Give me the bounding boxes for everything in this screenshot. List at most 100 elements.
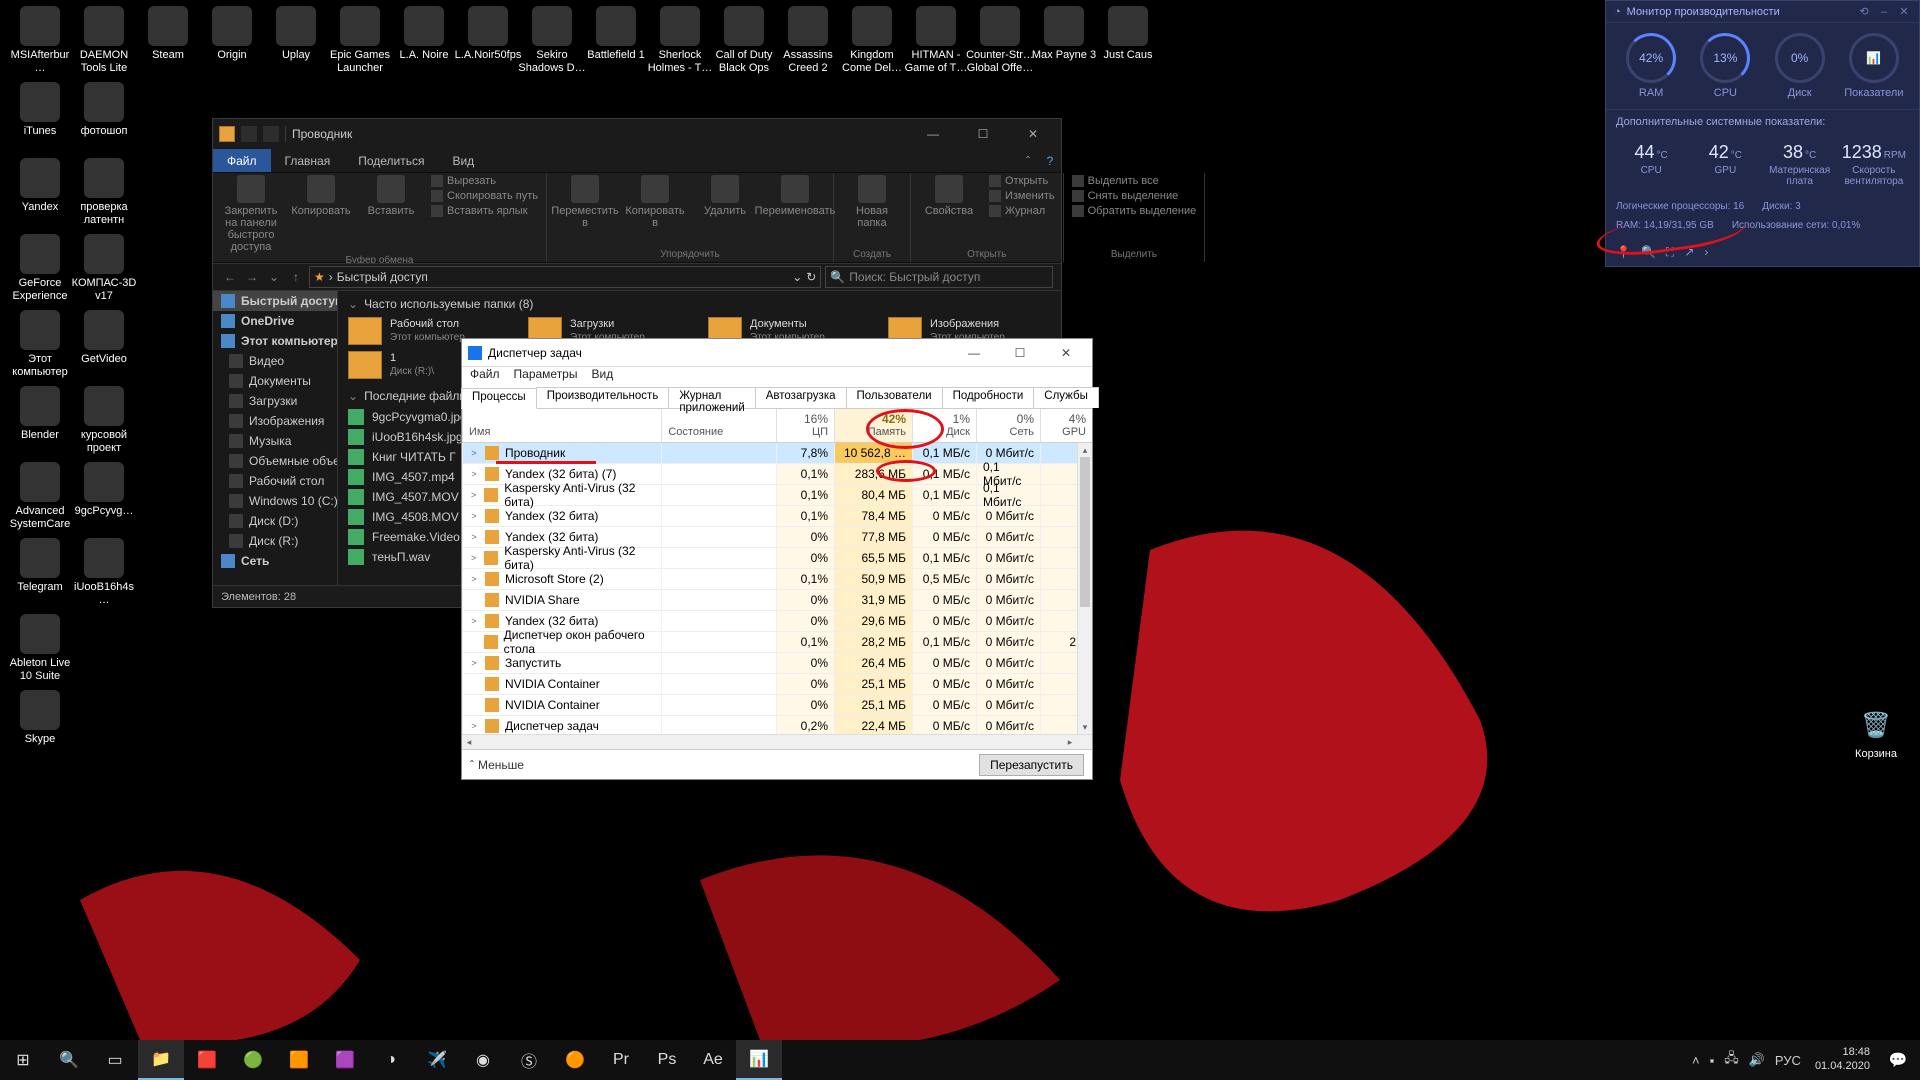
taskbar-premiere[interactable]: Pr: [598, 1040, 644, 1080]
tm-tab[interactable]: Пользователи: [846, 387, 943, 408]
qat-item[interactable]: [263, 126, 279, 142]
taskbar-app[interactable]: 🟧: [276, 1040, 322, 1080]
taskbar[interactable]: ⊞ 🔍 ▭ 📁 🟥 🟢 🟧 🟪 ◑ ✈️ ◉ Ⓢ 🟠 Pr Ps Ae 📊 ˄ …: [0, 1040, 1920, 1080]
nav-up[interactable]: ↑: [287, 270, 305, 284]
nav-forward[interactable]: →: [243, 270, 261, 284]
process-row[interactable]: >Kaspersky Anti-Virus (32 бита)0,1%80,4 …: [462, 485, 1092, 506]
ribbon-properties[interactable]: Свойства: [919, 175, 979, 217]
ribbon-history[interactable]: Журнал: [989, 205, 1055, 217]
desktop-icon[interactable]: Этот компьютер: [6, 310, 74, 379]
desktop-icon[interactable]: Max Payne 3: [1030, 6, 1098, 62]
ribbon-collapse-button[interactable]: ˆ: [1017, 149, 1039, 172]
desktop-icon[interactable]: Call of Duty Black Ops: [710, 6, 778, 75]
ribbon-open[interactable]: Открыть: [989, 175, 1055, 187]
tray-app-icon[interactable]: ▪: [1710, 1053, 1715, 1068]
menu-item[interactable]: Файл: [470, 367, 500, 387]
perf-metric[interactable]: 42%RAM: [1614, 33, 1688, 99]
system-tray[interactable]: ˄ ▪ 🖧 🔊 РУС: [1684, 1040, 1809, 1080]
desktop-icon[interactable]: Battlefield 1: [582, 6, 650, 62]
qat-item[interactable]: [241, 126, 257, 142]
taskbar-telegram[interactable]: ✈️: [414, 1040, 460, 1080]
sidebar-item[interactable]: Windows 10 (C:): [213, 491, 337, 511]
ribbon-select-all[interactable]: Выделить все: [1072, 175, 1197, 187]
taskbar-skype[interactable]: Ⓢ: [506, 1040, 552, 1080]
taskbar-torrent[interactable]: 🟢: [230, 1040, 276, 1080]
tray-network-icon[interactable]: 🖧: [1724, 1049, 1739, 1071]
taskbar-photoshop[interactable]: Ps: [644, 1040, 690, 1080]
ribbon-deselect[interactable]: Снять выделение: [1072, 190, 1197, 202]
tm-vscrollbar[interactable]: ▴▾: [1077, 443, 1092, 734]
desktop-icon[interactable]: проверка латентн: [70, 158, 138, 227]
desktop-icon[interactable]: MSIAfterbur…: [6, 6, 74, 75]
tm-tab[interactable]: Производительность: [536, 387, 670, 408]
desktop-icon[interactable]: Sekiro Shadows D…: [518, 6, 586, 75]
tm-tab[interactable]: Процессы: [461, 388, 537, 409]
ribbon-tab[interactable]: Файл: [213, 149, 271, 172]
tm-tab[interactable]: Журнал приложений: [668, 387, 755, 408]
address-bar[interactable]: ★ › Быстрый доступ ⌄ ↻: [309, 266, 821, 288]
refresh-button[interactable]: ↻: [806, 270, 816, 284]
sidebar-item[interactable]: Видео: [213, 351, 337, 371]
ribbon-new-folder[interactable]: Новая папка: [842, 175, 902, 229]
tray-lang[interactable]: РУС: [1775, 1053, 1801, 1068]
tm-minimize-button[interactable]: —: [954, 339, 994, 367]
sidebar-item[interactable]: Музыка: [213, 431, 337, 451]
perf-refresh-icon[interactable]: ⟲: [1857, 5, 1871, 18]
start-button[interactable]: ⊞: [0, 1040, 46, 1080]
ribbon-copy-to[interactable]: Копировать в: [625, 175, 685, 229]
desktop-icon[interactable]: L.A.Noir50fps: [454, 6, 522, 62]
explorer-titlebar[interactable]: Проводник — ☐ ✕: [213, 119, 1061, 149]
desktop-icon[interactable]: Ableton Live 10 Suite: [6, 614, 74, 683]
tray-volume-icon[interactable]: 🔊: [1749, 1052, 1765, 1068]
ribbon-tab[interactable]: Поделиться: [344, 149, 438, 172]
desktop-icon[interactable]: Yandex: [6, 158, 74, 214]
sidebar-item[interactable]: Объемные объекты: [213, 451, 337, 471]
sidebar-item[interactable]: Рабочий стол: [213, 471, 337, 491]
sidebar-item[interactable]: Диск (D:): [213, 511, 337, 531]
address-dropdown[interactable]: ⌄: [792, 270, 802, 284]
desktop-icon[interactable]: L.A. Noire: [390, 6, 458, 62]
search-box[interactable]: 🔍 Поиск: Быстрый доступ: [825, 266, 1053, 288]
desktop-icon[interactable]: Blender: [6, 386, 74, 442]
nav-recent[interactable]: ⌄: [265, 270, 283, 284]
ribbon-paste-shortcut[interactable]: Вставить ярлык: [431, 205, 538, 217]
desktop-icon[interactable]: GetVideo: [70, 310, 138, 366]
ribbon-rename[interactable]: Переименовать: [765, 175, 825, 217]
taskbar-explorer[interactable]: 📁: [138, 1040, 184, 1080]
section-frequent[interactable]: Часто используемые папки (8): [338, 291, 1061, 313]
tm-header-row[interactable]: Имя Состояние 16%ЦП 42%Память 1%Диск 0%С…: [462, 409, 1092, 443]
desktop-icon[interactable]: Kingdom Come Del…: [838, 6, 906, 75]
desktop-icon[interactable]: Origin: [198, 6, 266, 62]
perf-minimize-button[interactable]: –: [1877, 6, 1891, 18]
tm-tab[interactable]: Автозагрузка: [755, 387, 847, 408]
process-row[interactable]: Диспетчер окон рабочего стола0,1%28,2 МБ…: [462, 632, 1092, 653]
sidebar-item[interactable]: Диск (R:): [213, 531, 337, 551]
taskbar-steam[interactable]: ◑: [368, 1040, 414, 1080]
tm-hscrollbar[interactable]: ◂▸: [462, 734, 1092, 749]
close-button[interactable]: ✕: [1011, 119, 1055, 149]
ribbon-move[interactable]: Переместить в: [555, 175, 615, 229]
desktop-icon[interactable]: HITMAN - Game of T…: [902, 6, 970, 75]
ribbon-invert[interactable]: Обратить выделение: [1072, 205, 1197, 217]
desktop-icon[interactable]: Advanced SystemCare: [6, 462, 74, 531]
ribbon-copy-path[interactable]: Скопировать путь: [431, 190, 538, 202]
desktop-icon[interactable]: курсовой проект: [70, 386, 138, 455]
arrow-right-icon[interactable]: ›: [1704, 245, 1708, 260]
process-row[interactable]: >Kaspersky Anti-Virus (32 бита)0%65,5 МБ…: [462, 548, 1092, 569]
tray-overflow-icon[interactable]: ˄: [1692, 1053, 1700, 1068]
action-center-button[interactable]: 💬: [1876, 1051, 1920, 1069]
maximize-button[interactable]: ☐: [961, 119, 1005, 149]
process-row[interactable]: NVIDIA Share0%31,9 МБ0 МБ/с0 Мбит/с0: [462, 590, 1092, 611]
recycle-bin[interactable]: 🗑️ Корзина: [1842, 705, 1910, 760]
perf-metric[interactable]: 0%Диск: [1763, 33, 1837, 99]
nav-pane[interactable]: Быстрый доступOneDriveЭтот компьютерВиде…: [213, 291, 338, 585]
ribbon-pin[interactable]: Закрепить на панели быстрого доступа: [221, 175, 281, 253]
desktop-icon[interactable]: Just Caus: [1094, 6, 1162, 62]
tm-close-button[interactable]: ✕: [1046, 339, 1086, 367]
desktop-icon[interactable]: фотошоп: [70, 82, 138, 138]
desktop-icon[interactable]: GeForce Experience: [6, 234, 74, 303]
process-row[interactable]: >Диспетчер задач0,2%22,4 МБ0 МБ/с0 Мбит/…: [462, 716, 1092, 734]
taskbar-clock[interactable]: 18:48 01.04.2020: [1809, 1046, 1876, 1074]
nav-back[interactable]: ←: [221, 270, 239, 284]
sidebar-item[interactable]: Этот компьютер: [213, 331, 337, 351]
